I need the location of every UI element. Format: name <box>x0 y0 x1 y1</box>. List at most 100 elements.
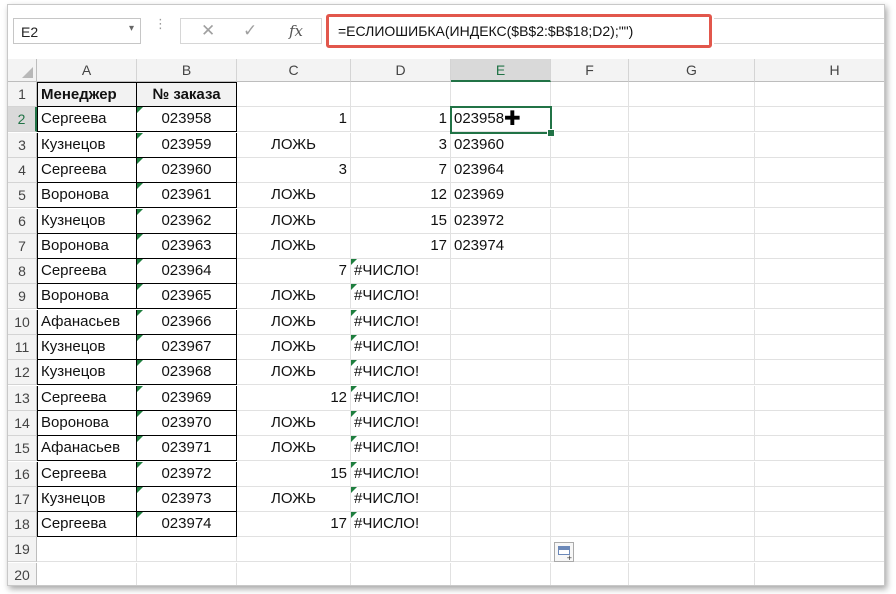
cell-f15[interactable] <box>551 436 629 462</box>
row-header[interactable]: 2 <box>8 107 37 133</box>
cell-b6[interactable]: 023962 <box>137 208 237 234</box>
cell-d9[interactable]: #ЧИСЛО! <box>351 284 451 310</box>
cell-c2[interactable]: 1 <box>237 107 351 133</box>
cell-b8[interactable]: 023964 <box>137 259 237 285</box>
formula-bar-extension[interactable] <box>714 18 884 44</box>
error-indicator-icon[interactable] <box>137 335 143 341</box>
cell-c11[interactable]: ЛОЖЬ <box>237 335 351 360</box>
error-indicator-icon[interactable] <box>351 335 357 341</box>
row-header[interactable]: 4 <box>8 157 37 183</box>
cell-e19[interactable] <box>451 537 551 563</box>
insert-function-icon[interactable]: fx <box>289 22 303 40</box>
cell-c16[interactable]: 15 <box>237 461 351 487</box>
cell-c5[interactable]: ЛОЖЬ <box>237 183 351 209</box>
cell-a16[interactable]: Сергеева <box>37 461 137 487</box>
cell-d13[interactable]: #ЧИСЛО! <box>351 385 451 411</box>
cell-c9[interactable]: ЛОЖЬ <box>237 284 351 310</box>
formula-input[interactable]: =ЕСЛИОШИБКА(ИНДЕКС($B$2:$B$18;D2);"") <box>326 14 712 48</box>
cell-h16[interactable] <box>755 462 884 487</box>
cell-f17[interactable] <box>551 486 629 512</box>
error-indicator-icon[interactable] <box>351 385 357 392</box>
cell-f9[interactable] <box>551 284 629 310</box>
cell-h6[interactable] <box>755 209 884 234</box>
cell-a4[interactable]: Сергеева <box>37 157 137 183</box>
cell-f16[interactable] <box>551 461 629 487</box>
column-header-b[interactable]: B <box>137 59 237 82</box>
error-indicator-icon[interactable] <box>351 461 357 468</box>
row-header[interactable]: 20 <box>8 562 37 585</box>
cell-b13[interactable]: 023969 <box>137 385 237 411</box>
cell-d8[interactable]: #ЧИСЛО! <box>351 259 451 285</box>
enter-icon[interactable]: ✓ <box>243 21 257 41</box>
cell-f8[interactable] <box>551 259 629 285</box>
column-header-a[interactable]: A <box>37 59 137 82</box>
row-header[interactable]: 8 <box>8 259 37 285</box>
cell-b7[interactable]: 023963 <box>137 233 237 259</box>
cell-f10[interactable] <box>551 309 629 335</box>
cell-f4[interactable] <box>551 157 629 183</box>
cell-h4[interactable] <box>755 158 884 183</box>
cell-g6[interactable] <box>629 208 755 234</box>
cell-c6[interactable]: ЛОЖЬ <box>237 208 351 234</box>
cell-d15[interactable]: #ЧИСЛО! <box>351 436 451 462</box>
row-header[interactable]: 10 <box>8 309 37 335</box>
row-header[interactable]: 12 <box>8 360 37 386</box>
cell-b20[interactable] <box>137 562 237 585</box>
cell-d17[interactable]: #ЧИСЛО! <box>351 486 451 512</box>
cell-a14[interactable]: Воронова <box>37 410 137 436</box>
column-header-d[interactable]: D <box>351 59 451 82</box>
cell-a8[interactable]: Сергеева <box>37 259 137 285</box>
cell-f14[interactable] <box>551 410 629 436</box>
cell-b5[interactable]: 023961 <box>137 183 237 209</box>
cell-f11[interactable] <box>551 335 629 360</box>
error-indicator-icon[interactable] <box>137 259 143 266</box>
error-indicator-icon[interactable] <box>351 284 357 291</box>
cell-d16[interactable]: #ЧИСЛО! <box>351 461 451 487</box>
cell-a1[interactable]: Менеджер <box>37 82 137 107</box>
cell-h7[interactable] <box>755 234 884 259</box>
row-header[interactable]: 13 <box>8 385 37 411</box>
cell-g17[interactable] <box>629 486 755 512</box>
cell-c18[interactable]: 17 <box>237 512 351 538</box>
cell-g5[interactable] <box>629 183 755 209</box>
row-header[interactable]: 16 <box>8 461 37 487</box>
cell-a17[interactable]: Кузнецов <box>37 486 137 512</box>
cell-g12[interactable] <box>629 360 755 386</box>
cell-g19[interactable] <box>629 537 755 563</box>
cell-e11[interactable] <box>451 335 551 360</box>
cell-a2[interactable]: Сергеева <box>37 107 137 133</box>
cell-b14[interactable]: 023970 <box>137 410 237 436</box>
cell-e6[interactable]: 023972 <box>451 208 551 234</box>
cell-f13[interactable] <box>551 385 629 411</box>
cell-h8[interactable] <box>755 259 884 285</box>
drag-handle-icon[interactable]: ⋮ <box>154 17 167 30</box>
cell-a5[interactable]: Воронова <box>37 183 137 209</box>
cell-g4[interactable] <box>629 157 755 183</box>
cell-d10[interactable]: #ЧИСЛО! <box>351 309 451 335</box>
cell-a7[interactable]: Воронова <box>37 233 137 259</box>
cell-g16[interactable] <box>629 461 755 487</box>
cell-a18[interactable]: Сергеева <box>37 512 137 538</box>
cell-d1[interactable] <box>351 82 451 107</box>
chevron-down-icon[interactable]: ▾ <box>129 23 134 34</box>
error-indicator-icon[interactable] <box>137 486 143 493</box>
cell-c7[interactable]: ЛОЖЬ <box>237 233 351 259</box>
cell-d3[interactable]: 3 <box>351 132 451 158</box>
quick-analysis-icon[interactable]: + <box>554 542 574 563</box>
row-header[interactable]: 7 <box>8 233 37 259</box>
fill-handle[interactable] <box>547 128 555 137</box>
cell-h13[interactable] <box>755 386 884 411</box>
cell-d20[interactable] <box>351 562 451 585</box>
cell-g20[interactable] <box>629 562 755 585</box>
cell-e17[interactable] <box>451 486 551 512</box>
cell-h12[interactable] <box>755 360 884 386</box>
column-header-e[interactable]: E <box>451 59 551 82</box>
cell-f1[interactable] <box>551 82 629 107</box>
cell-a13[interactable]: Сергеева <box>37 385 137 411</box>
cell-f7[interactable] <box>551 233 629 259</box>
row-header[interactable]: 9 <box>8 284 37 310</box>
cell-e1[interactable] <box>451 82 551 107</box>
cell-e16[interactable] <box>451 461 551 487</box>
cell-g3[interactable] <box>629 132 755 158</box>
error-indicator-icon[interactable] <box>137 512 143 519</box>
